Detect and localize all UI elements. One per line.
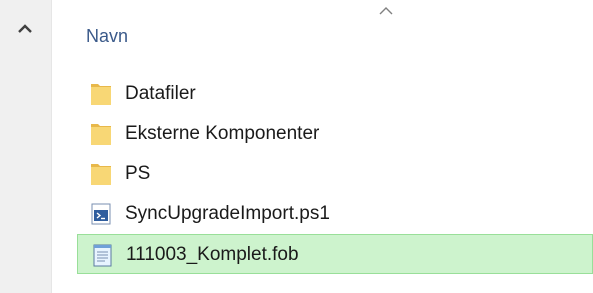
folder-icon [89,161,113,187]
file-name: SyncUpgradeImport.ps1 [125,203,330,224]
scroll-up-arrow-icon[interactable] [14,22,36,36]
folder-icon [89,81,113,107]
file-name: PS [125,163,151,184]
powershell-script-icon [89,201,113,227]
list-item-ps[interactable]: PS [77,154,593,194]
file-explorer-window: Navn Datafiler Eksterne Komponenter PS S… [0,0,593,293]
file-name: 111003_Komplet.fob [126,244,299,265]
folder-icon [89,121,113,147]
list-item-syncupgradeimport[interactable]: SyncUpgradeImport.ps1 [77,194,593,234]
list-item-111003-komplet-selected[interactable]: 111003_Komplet.fob [77,234,593,274]
name-column-header[interactable]: Navn [86,26,128,47]
column-header-bar: Navn [52,0,593,66]
file-name: Datafiler [125,83,196,104]
list-item-eksterne-komponenter[interactable]: Eksterne Komponenter [77,114,593,154]
list-item-datafiler[interactable]: Datafiler [77,74,593,114]
notepad-file-icon [90,242,114,268]
vertical-scrollbar[interactable] [0,0,52,293]
file-name: Eksterne Komponenter [125,123,320,144]
sort-ascending-icon [375,4,397,16]
